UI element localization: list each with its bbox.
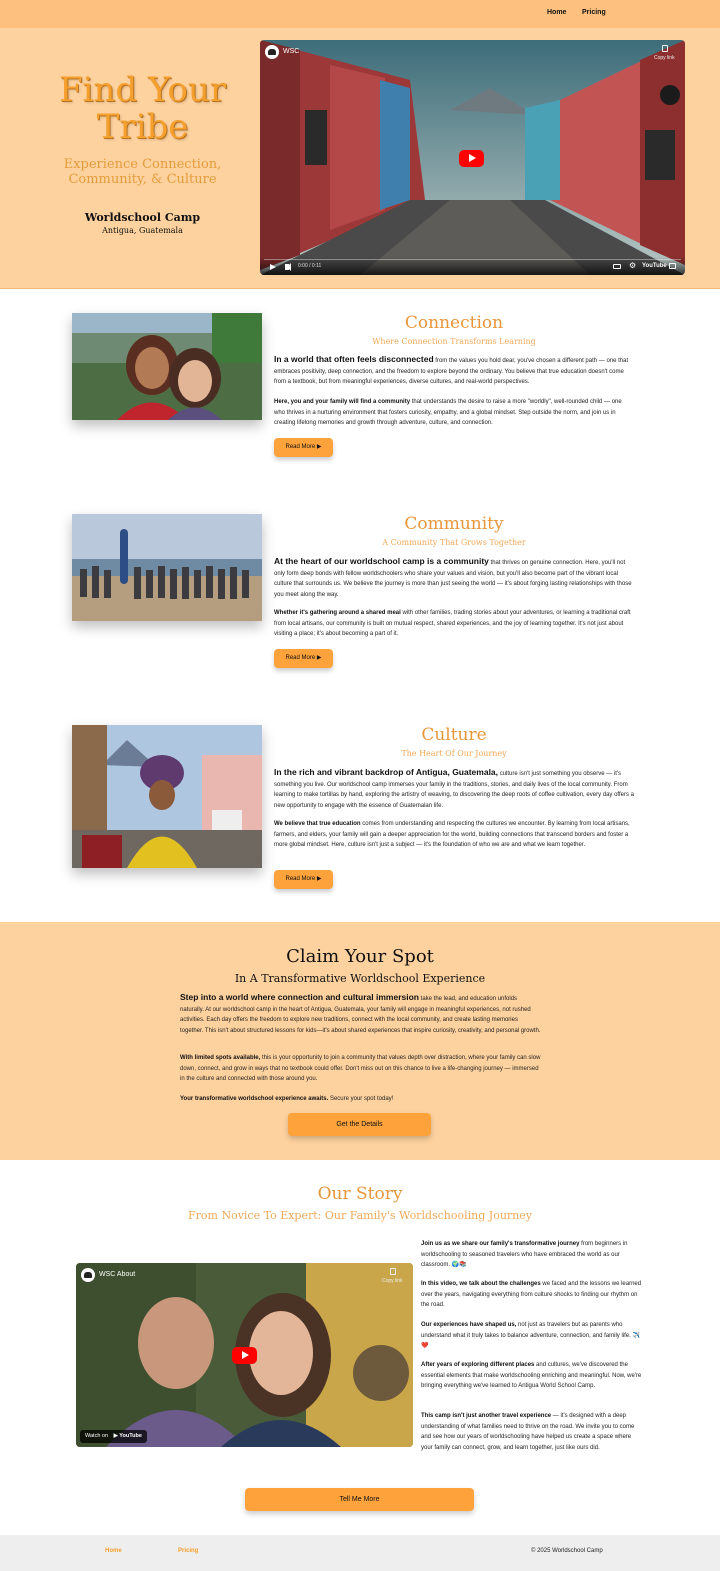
video-title[interactable]: WSC — [283, 48, 299, 55]
connection-title: Connection — [404, 313, 504, 333]
fullscreen-icon[interactable] — [669, 263, 676, 269]
channel-logo-icon[interactable] — [81, 1268, 95, 1282]
connection-photo — [72, 313, 262, 420]
culture-paragraph-2: We believe that true education comes fro… — [274, 821, 630, 848]
progress-bar[interactable] — [264, 259, 681, 260]
footer-copyright: © 2025 Worldschool Camp — [531, 1548, 603, 1554]
hero-subtitle: Experience Connection, Community, & Cult… — [63, 157, 222, 187]
story-paragraph-5: This camp isn't just another travel expe… — [421, 1413, 635, 1451]
captions-icon[interactable] — [613, 264, 621, 269]
hero-camp-name: Worldschool Camp — [84, 211, 201, 224]
story-video-title[interactable]: WSC About — [99, 1271, 135, 1278]
claim-title: Claim Your Spot — [286, 946, 434, 967]
copy-link-icon[interactable] — [390, 1268, 396, 1275]
hero-location: Antigua, Guatemala — [102, 226, 183, 235]
get-details-button[interactable]: Get the Details — [288, 1113, 431, 1136]
top-nav: Home Pricing — [0, 0, 720, 28]
community-paragraph-2: Whether it's gathering around a shared m… — [274, 610, 631, 637]
culture-subtitle: The Heart Of Our Journey — [401, 749, 507, 758]
footer-pricing-link[interactable]: Pricing — [178, 1548, 198, 1554]
claim-section: Claim Your Spot In A Transformative Worl… — [0, 922, 720, 1160]
connection-subtitle: Where Connection Transforms Learning — [372, 337, 536, 346]
youtube-logo[interactable]: YouTube — [642, 263, 667, 269]
community-title: Community — [404, 514, 504, 534]
footer-home-link[interactable]: Home — [105, 1548, 122, 1554]
volume-icon[interactable] — [285, 263, 291, 271]
nav-home-link[interactable]: Home — [547, 9, 566, 16]
story-paragraph-4: After years of exploring different place… — [421, 1362, 642, 1389]
video-controls: 0:00 / 0:11 ⚙ YouTube — [260, 257, 685, 275]
culture-photo — [72, 725, 262, 868]
story-paragraph-2: In this video, we talk about the challen… — [421, 1281, 642, 1308]
copy-link-icon[interactable] — [662, 45, 668, 52]
community-paragraph-1: At the heart of our worldschool camp is … — [274, 556, 632, 598]
story-paragraph-3: Our experiences have shaped us, not just… — [421, 1322, 640, 1349]
culture-read-more-button[interactable]: Read More ▶ — [274, 870, 333, 889]
community-read-more-button[interactable]: Read More ▶ — [274, 649, 333, 668]
claim-subtitle: In A Transformative Worldschool Experien… — [234, 972, 486, 985]
claim-paragraph-2: With limited spots available, this is yo… — [180, 1055, 541, 1082]
hero-video-player[interactable]: WSC Copy link 0:00 / 0:11 ⚙ YouTube — [260, 40, 685, 275]
connection-paragraph-1: In a world that often feels disconnected… — [274, 354, 629, 385]
story-subtitle: From Novice To Expert: Our Family's Worl… — [188, 1209, 532, 1222]
youtube-play-button[interactable] — [232, 1347, 257, 1364]
nav-pricing-link[interactable]: Pricing — [582, 9, 606, 16]
story-video-player[interactable]: WSC About Copy link Watch on ▶ YouTube — [76, 1263, 413, 1447]
video-time: 0:00 / 0:11 — [298, 263, 322, 269]
hero-section: Find Your Tribe Experience Connection, C… — [0, 28, 720, 289]
claim-paragraph-1: Step into a world where connection and c… — [180, 992, 541, 1034]
story-paragraph-1: Join us as we share our family's transfo… — [421, 1241, 628, 1268]
copy-link-label[interactable]: Copy link — [382, 1278, 403, 1284]
tell-me-more-button[interactable]: Tell Me More — [245, 1488, 474, 1511]
claim-paragraph-3: Your transformative worldschool experien… — [180, 1096, 394, 1102]
watch-on-youtube-button[interactable]: Watch on ▶ YouTube — [80, 1430, 147, 1443]
connection-read-more-button[interactable]: Read More ▶ — [274, 438, 333, 457]
culture-title: Culture — [421, 725, 487, 745]
culture-paragraph-1: In the rich and vibrant backdrop of Anti… — [274, 767, 634, 809]
copy-link-label[interactable]: Copy link — [654, 55, 675, 61]
story-title: Our Story — [317, 1184, 403, 1204]
play-icon[interactable] — [270, 264, 276, 270]
youtube-play-button[interactable] — [459, 150, 484, 167]
hero-title: Find Your Tribe — [58, 70, 227, 147]
community-subtitle: A Community That Grows Together — [382, 538, 526, 547]
channel-logo-icon[interactable] — [265, 45, 279, 59]
gear-icon[interactable]: ⚙ — [629, 262, 636, 270]
community-photo — [72, 514, 262, 621]
connection-paragraph-2: Here, you and your family will find a co… — [274, 399, 622, 426]
footer: Home Pricing © 2025 Worldschool Camp — [0, 1535, 720, 1571]
